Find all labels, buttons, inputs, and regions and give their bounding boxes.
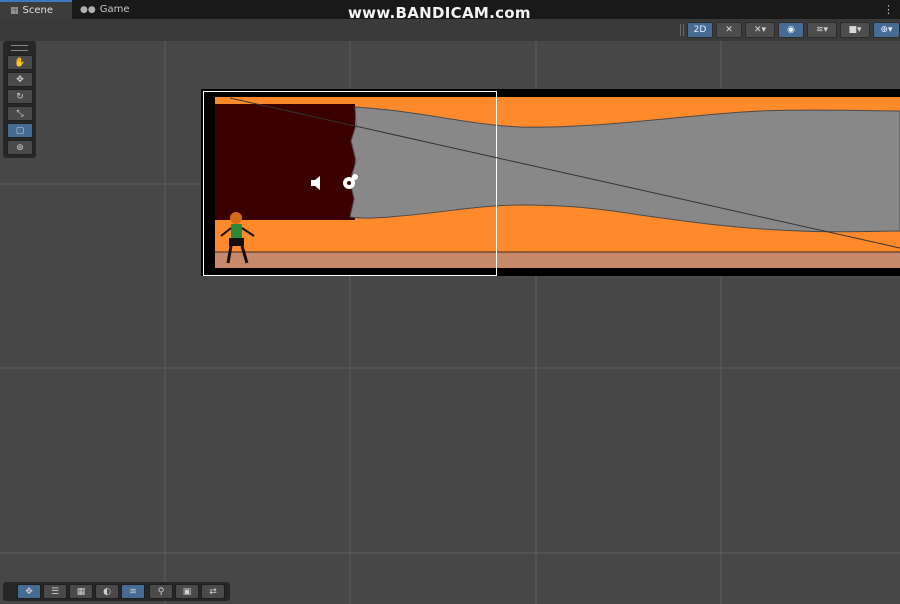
layers-icon: ≋▾	[815, 25, 829, 35]
panel-grip[interactable]	[11, 45, 28, 51]
lighting-toggle-button[interactable]: ✕	[716, 22, 742, 38]
mode-2d-button[interactable]: 2D	[687, 22, 713, 38]
gamepad-icon: ●●	[80, 4, 96, 15]
editor-tab-bar: ▦ Scene ●● Game www.BANDICAM.com ⋮	[0, 0, 900, 22]
layers-button[interactable]: ≋▾	[807, 22, 837, 38]
camera-button[interactable]: ■▾	[840, 22, 870, 38]
bottom-shuffle-button[interactable]: ⇄	[201, 584, 225, 599]
bottom-search-button[interactable]: ⚲	[149, 584, 173, 599]
grid-icon: ▦	[10, 5, 19, 16]
visibility-icon: ◉	[787, 25, 795, 35]
snap-icon: ☰	[50, 586, 60, 597]
scale-icon: ⤡	[16, 108, 24, 119]
rock-tunnel[interactable]	[349, 106, 900, 233]
move-icon: ✥	[25, 586, 33, 597]
bottom-snap-button[interactable]: ☰	[43, 584, 67, 599]
transform-icon: ⊛	[16, 142, 24, 153]
rect-icon: ▢	[15, 125, 25, 136]
camera-icon: ■▾	[848, 25, 862, 35]
tab-scene[interactable]: ▦ Scene	[0, 0, 72, 19]
audio-toggle-button[interactable]: ✕▾	[745, 22, 775, 38]
visibility-button[interactable]: ◉	[778, 22, 804, 38]
grid-icon: ▦	[76, 586, 86, 597]
layers-icon: ≋	[129, 586, 137, 597]
mode-2d-label: 2D	[693, 25, 707, 35]
camera-icon: ▣	[182, 586, 192, 597]
search-icon: ⚲	[157, 586, 165, 597]
orbit-icon: ◐	[103, 586, 111, 597]
bottom-move-button[interactable]: ✥	[17, 584, 41, 599]
transform-tool-button[interactable]: ⊛	[7, 140, 33, 155]
bottom-grid-button[interactable]: ▦	[69, 584, 93, 599]
tool-panel: ✋ ✥ ↻ ⤡ ▢ ⊛	[3, 41, 36, 158]
rotate-icon: ↻	[16, 91, 24, 102]
shuffle-icon: ⇄	[209, 586, 217, 597]
tab-scene-label: Scene	[22, 5, 54, 16]
hand-icon: ✋	[14, 57, 26, 68]
toolbar-separator	[680, 24, 684, 36]
move-icon: ✥	[16, 74, 24, 85]
move-tool-button[interactable]: ✥	[7, 72, 33, 87]
more-options-icon[interactable]: ⋮	[883, 3, 894, 16]
gizmos-button[interactable]: ⊕▾	[873, 22, 900, 38]
bottom-camera-button[interactable]: ▣	[175, 584, 199, 599]
bottom-orbit-button[interactable]: ◐	[95, 584, 119, 599]
floor-strip[interactable]	[215, 252, 900, 268]
hand-tool-button[interactable]: ✋	[7, 55, 33, 70]
bottom-layers-button[interactable]: ≋	[121, 584, 145, 599]
tab-game[interactable]: ●● Game	[80, 0, 140, 19]
rect-tool-button[interactable]: ▢	[7, 123, 33, 138]
lighting-toggle-icon: ✕	[725, 25, 733, 35]
gizmos-icon: ⊕▾	[880, 25, 893, 35]
scene-view[interactable]	[0, 41, 900, 604]
tab-game-label: Game	[99, 4, 130, 15]
bottom-tool-panel: ✥ ☰ ▦ ◐ ≋ ⚲ ▣ ⇄	[3, 582, 230, 601]
audio-toggle-icon: ✕▾	[753, 25, 767, 35]
rotate-tool-button[interactable]: ↻	[7, 89, 33, 104]
scale-tool-button[interactable]: ⤡	[7, 106, 33, 121]
